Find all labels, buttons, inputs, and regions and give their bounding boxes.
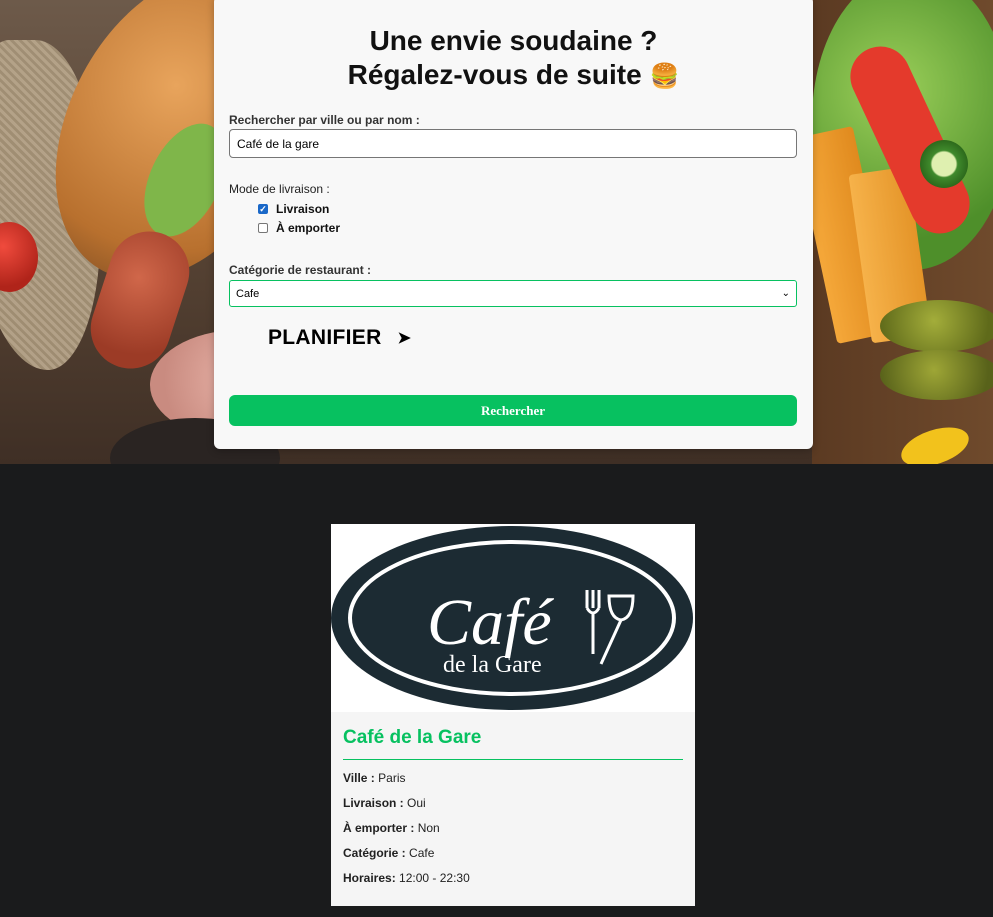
logo-word-1: Café (427, 586, 554, 659)
category-label: Catégorie de restaurant : (229, 263, 372, 277)
takeaway-label: À emporter : (343, 821, 415, 835)
burger-icon: 🍔 (649, 63, 680, 90)
info-row-hours: Horaires: 12:00 - 22:30 (343, 871, 683, 885)
pickle-decor (880, 300, 993, 352)
search-card: Une envie soudaine ? Régalez-vous de sui… (214, 0, 813, 449)
category-field-label: Catégorie : (343, 846, 406, 860)
hours-label: Horaires: (343, 871, 396, 885)
hours-value: 12:00 - 22:30 (399, 871, 470, 885)
city-value: Paris (378, 771, 406, 785)
info-row-delivery: Livraison : Oui (343, 796, 683, 810)
category-select[interactable]: Cafe ⌄ (229, 280, 797, 307)
info-row-category: Catégorie : Cafe (343, 846, 683, 860)
restaurant-card[interactable]: Café de la Gare Café de la Gare Ville : … (331, 524, 695, 906)
arrow-right-icon: ➤ (397, 330, 412, 347)
category-selected-value: Cafe (236, 287, 260, 300)
delivery-checkbox[interactable] (258, 204, 268, 214)
chevron-down-icon: ⌄ (781, 288, 790, 299)
cucumber-decor (920, 140, 968, 188)
delivery-value: Oui (407, 796, 426, 810)
delivery-option[interactable]: Livraison (258, 202, 329, 216)
title-line-2: Régalez-vous de suite 🍔 (230, 58, 797, 94)
delivery-mode-label: Mode de livraison : (229, 182, 330, 196)
search-input[interactable] (229, 129, 797, 158)
city-label: Ville : (343, 771, 375, 785)
hero-background: Une envie soudaine ? Régalez-vous de sui… (0, 0, 993, 464)
info-row-takeaway: À emporter : Non (343, 821, 683, 835)
plan-button[interactable]: PLANIFIER ➤ (268, 326, 411, 350)
title-line-1: Une envie soudaine ? (369, 25, 658, 56)
pickle-decor (880, 350, 993, 400)
restaurant-name[interactable]: Café de la Gare (343, 712, 683, 760)
restaurant-info: Café de la Gare Ville : Paris Livraison … (331, 712, 695, 885)
cafe-logo-image: Café de la Gare (331, 526, 693, 710)
takeaway-option-label: À emporter (276, 221, 341, 235)
title-line-2-text: Régalez-vous de suite (347, 59, 642, 90)
category-value: Cafe (409, 846, 435, 860)
search-label: Rechercher par ville ou par nom : (229, 113, 420, 127)
takeaway-checkbox[interactable] (258, 223, 268, 233)
takeaway-option[interactable]: À emporter (258, 221, 340, 235)
restaurant-logo: Café de la Gare (331, 524, 695, 712)
delivery-option-label: Livraison (276, 202, 330, 216)
page-title: Une envie soudaine ? Régalez-vous de sui… (230, 24, 797, 94)
logo-word-2: de la Gare (443, 652, 542, 678)
info-row-city: Ville : Paris (343, 771, 683, 785)
search-button[interactable]: Rechercher (229, 395, 797, 426)
takeaway-value: Non (417, 821, 440, 835)
plan-label: PLANIFIER (268, 326, 382, 349)
delivery-label: Livraison : (343, 796, 404, 810)
